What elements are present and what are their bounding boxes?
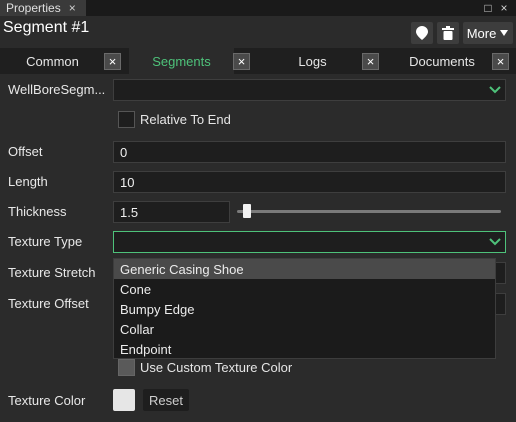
texture-offset-label: Texture Offset — [8, 296, 89, 311]
offset-label: Offset — [8, 144, 43, 159]
trash-icon — [442, 26, 454, 40]
tab-segments-close-icon[interactable]: × — [233, 53, 250, 70]
length-input[interactable]: 10 — [113, 171, 506, 193]
relative-to-end-checkbox[interactable] — [118, 111, 135, 128]
thickness-slider-handle[interactable] — [243, 204, 251, 218]
close-icon[interactable]: × — [69, 1, 76, 15]
dropdown-option[interactable]: Bumpy Edge — [114, 299, 495, 319]
dropdown-option[interactable]: Collar — [114, 319, 495, 339]
tab-logs[interactable]: Logs — [260, 48, 365, 74]
offset-input[interactable]: 0 — [113, 141, 506, 163]
map-marker-icon — [416, 26, 428, 40]
reset-button[interactable]: Reset — [143, 389, 189, 411]
panel-tab-label: Properties — [6, 1, 61, 15]
more-label: More — [466, 25, 497, 41]
texture-stretch-label: Texture Stretch — [8, 265, 96, 280]
maximize-icon[interactable]: □ — [481, 1, 495, 15]
tab-documents[interactable]: Documents — [388, 48, 496, 74]
texture-color-label: Texture Color — [8, 393, 86, 408]
wellbore-segment-select[interactable] — [113, 79, 506, 101]
window-close-icon[interactable]: × — [497, 1, 511, 15]
texture-type-label: Texture Type — [8, 234, 83, 249]
thickness-label: Thickness — [8, 204, 67, 219]
caret-down-icon — [500, 30, 509, 36]
wellbore-segment-label: WellBoreSegm... — [8, 82, 106, 97]
more-button[interactable]: More — [463, 22, 513, 44]
page-title: Segment #1 — [3, 19, 90, 36]
texture-color-swatch[interactable] — [113, 389, 135, 411]
relative-to-end-label: Relative To End — [140, 112, 231, 127]
dropdown-option[interactable]: Endpoint — [114, 339, 495, 359]
tab-segments[interactable]: Segments — [129, 48, 234, 74]
use-custom-texture-color-checkbox[interactable] — [118, 359, 135, 376]
texture-type-dropdown-list: Generic Casing Shoe Cone Bumpy Edge Coll… — [113, 258, 496, 359]
dropdown-option[interactable]: Cone — [114, 279, 495, 299]
delete-button[interactable] — [437, 22, 459, 44]
tab-common[interactable]: Common — [0, 48, 105, 74]
tab-logs-close-icon[interactable]: × — [362, 53, 379, 70]
tab-common-close-icon[interactable]: × — [104, 53, 121, 70]
length-label: Length — [8, 174, 48, 189]
chevron-down-icon — [488, 83, 502, 97]
dropdown-option[interactable]: Generic Casing Shoe — [114, 259, 495, 279]
tab-documents-close-icon[interactable]: × — [492, 53, 509, 70]
properties-panel-tab[interactable]: Properties × — [0, 0, 86, 16]
texture-type-chevron-down-icon — [488, 235, 502, 249]
thickness-slider-track[interactable] — [237, 210, 501, 213]
texture-type-select[interactable] — [113, 231, 506, 253]
marker-button[interactable] — [411, 22, 433, 44]
use-custom-texture-color-label: Use Custom Texture Color — [140, 360, 293, 375]
thickness-input[interactable]: 1.5 — [113, 201, 230, 223]
